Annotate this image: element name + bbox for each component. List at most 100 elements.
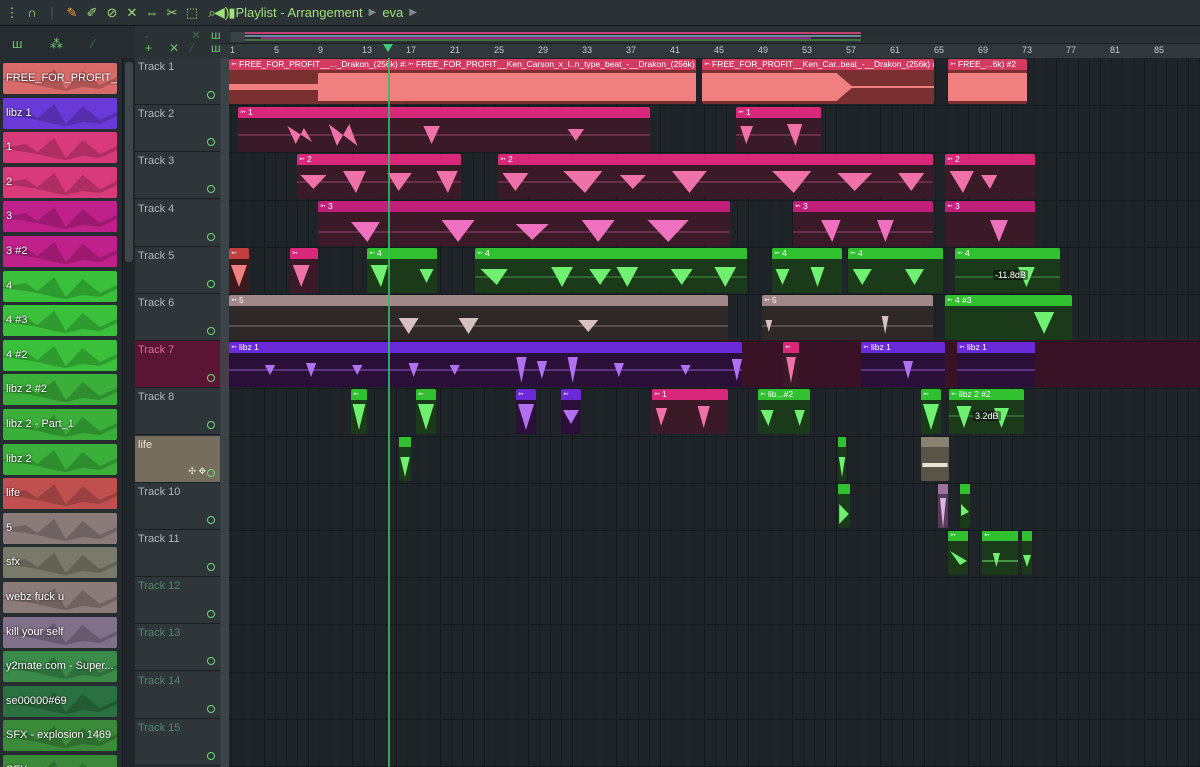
pattern-clip[interactable]: ➳ FREE_FOR_PROFIT__Ken_Carson_x_I..n_type… — [406, 59, 696, 104]
select-icon[interactable]: ⬚ — [184, 5, 200, 21]
pattern-clip[interactable]: ➳ 2 — [297, 154, 461, 199]
magnet-icon[interactable]: ∩ — [24, 5, 40, 21]
pattern-clip[interactable]: ➳ — [921, 389, 941, 434]
picker-scrollbar[interactable] — [122, 58, 135, 767]
picker-clip[interactable]: se00000#69 — [3, 685, 117, 717]
pattern-clip[interactable]: ➳ 5 — [762, 295, 933, 340]
scroll-thumb[interactable] — [125, 62, 133, 262]
picker-clip[interactable]: SFX - explosion 1469 — [3, 720, 117, 752]
pattern-clip[interactable]: ➳ — [229, 248, 249, 293]
picker-clip[interactable]: libz 2 — [3, 443, 117, 475]
picker-clip[interactable]: 4 #3 — [3, 305, 117, 337]
snap-icon[interactable]: · — [145, 29, 149, 43]
slip-icon[interactable]: ⇔ — [144, 5, 160, 21]
playlist-grid[interactable]: ➳ FREE_FOR_PROFIT__..._Drakon_(256k) #2 ➳… — [220, 58, 1200, 767]
track-header[interactable]: Track 11 — [135, 530, 220, 577]
track-header[interactable]: life ✣ ✥ — [135, 435, 220, 483]
track-enable-led[interactable] — [207, 327, 215, 335]
pattern-clip[interactable] — [921, 436, 949, 481]
pattern-clip[interactable]: ➳ 3 — [793, 201, 933, 246]
track-enable-led[interactable] — [207, 468, 215, 477]
picker-clip[interactable]: 3 #2 — [3, 236, 117, 267]
pattern-clip[interactable]: ➳ — [351, 389, 367, 434]
picker-clip[interactable]: y2mate.com - Super... — [3, 651, 117, 683]
track-header[interactable]: Track 10 — [135, 482, 220, 530]
add-track-icon[interactable]: + — [145, 41, 152, 55]
track-enable-led[interactable] — [207, 91, 215, 99]
pattern-clip[interactable]: ➳ libz 1 — [957, 342, 1035, 387]
pattern-clip[interactable]: ➳ 2 — [945, 154, 1035, 199]
pattern-clip[interactable]: ➳ 4 #3 — [945, 295, 1072, 340]
picker-patterns-icon[interactable]: ш — [12, 36, 22, 51]
track-enable-led[interactable] — [207, 232, 215, 241]
pattern-clip[interactable]: ➳ FREE_FOR_PROFIT__Ken_Car..beat_-__Drako… — [702, 59, 934, 104]
pattern-clip[interactable]: ➳ 4 — [772, 248, 842, 293]
pattern-clip[interactable]: ➳ — [416, 389, 436, 434]
pattern-clip[interactable] — [838, 436, 846, 481]
pattern-clip[interactable]: ➳ 2 — [498, 154, 933, 199]
track-header[interactable]: Track 12 — [135, 577, 220, 625]
track-header[interactable]: Track 6 — [135, 294, 220, 341]
track-header[interactable]: Track 1 — [135, 58, 220, 105]
pattern-clip[interactable]: ➳ 4 — [848, 248, 943, 293]
picker-automation-icon[interactable]: ⁄ — [92, 36, 94, 51]
delete-icon[interactable]: ⊘ — [104, 5, 120, 21]
track-enable-led[interactable] — [207, 610, 215, 619]
picker-clip[interactable]: sfx — [3, 547, 117, 579]
pattern-clip[interactable] — [960, 483, 970, 528]
paint-icon[interactable]: ✐ — [84, 5, 100, 21]
track-header[interactable]: Track 5 — [135, 246, 220, 294]
track-enable-led[interactable] — [207, 421, 215, 430]
picker-clip[interactable]: libz 2 #2 — [3, 374, 117, 406]
track-enable-led[interactable] — [207, 563, 215, 571]
track-header[interactable]: Track 15 — [135, 718, 220, 766]
picker-clip[interactable]: 2 — [3, 166, 117, 198]
track-header[interactable]: Track 13 — [135, 624, 220, 672]
track-enable-led[interactable] — [207, 657, 215, 666]
pattern-clip[interactable]: ➳ — [516, 389, 536, 434]
picker-clip[interactable]: 3 — [3, 201, 117, 233]
pattern-clip[interactable]: ➳ 3 — [945, 201, 1035, 246]
picker-clip[interactable]: 1 — [3, 132, 117, 164]
track-header[interactable]: Track 3 — [135, 152, 220, 200]
track-enable-led[interactable] — [207, 704, 215, 713]
pattern-clip[interactable]: ➳ 5 — [229, 295, 728, 340]
pattern-clip[interactable]: ➳ — [783, 342, 799, 387]
picker-clip[interactable]: SFX — [3, 755, 117, 767]
track-enable-led[interactable] — [207, 185, 215, 194]
link-icon[interactable]: ⁄ — [191, 41, 193, 55]
pattern-clip[interactable] — [1022, 530, 1032, 575]
detach-icon[interactable]: ✕ — [191, 28, 201, 42]
overview-scrollbar[interactable] — [231, 29, 1200, 42]
close-icon[interactable]: ✕ — [169, 41, 179, 55]
grid-icon[interactable]: ш — [211, 28, 221, 42]
pencil-icon[interactable]: ✎ — [64, 5, 80, 21]
track-header[interactable]: Track 7 — [135, 341, 220, 389]
pattern-clip[interactable]: ➳ — [982, 530, 1018, 575]
picker-clip[interactable]: webz fuck u — [3, 582, 117, 613]
pattern-clip[interactable]: ➳ — [561, 389, 581, 434]
pattern-clip[interactable]: ➳ 1 — [736, 107, 821, 152]
mute-icon[interactable]: ✕ — [124, 5, 140, 21]
picker-clip[interactable]: FREE_FOR_PROFIT__ — [3, 63, 117, 94]
pattern-clip[interactable]: ➳ libz 1 — [229, 342, 742, 387]
track-enable-led[interactable] — [207, 751, 215, 760]
track-enable-led[interactable] — [207, 279, 215, 288]
pattern-clip[interactable] — [399, 436, 411, 481]
pattern-clip[interactable] — [938, 483, 948, 528]
pattern-clip[interactable]: ➳ lib...#2 — [758, 389, 810, 434]
picker-clip[interactable]: 4 #2 — [3, 339, 117, 371]
timeline-ruler[interactable]: 1 5 9 13 17 21 25 29 33 37 41 45 49 53 57 61 65 69 73 77 81 8… — [220, 43, 1200, 58]
picker-clip[interactable]: kill your self — [3, 616, 117, 648]
pattern-clip[interactable]: ➳ 1 — [238, 107, 650, 152]
track-header[interactable]: Track 8 — [135, 388, 220, 436]
picker-clip[interactable]: libz 2 - Part_1 — [3, 409, 117, 440]
track-enable-led[interactable] — [207, 515, 215, 524]
pattern-clip[interactable]: ➳ FREE_...6k) #2 — [948, 59, 1027, 104]
track-header[interactable]: Track 4 — [135, 199, 220, 247]
track-enable-led[interactable] — [207, 374, 215, 383]
pattern-clip[interactable]: ➳ 4 — [475, 248, 747, 293]
playhead-marker[interactable] — [383, 44, 393, 52]
picker-clip[interactable]: libz 1 — [3, 97, 117, 129]
picker-audio-icon[interactable]: ⁂ — [50, 36, 63, 52]
